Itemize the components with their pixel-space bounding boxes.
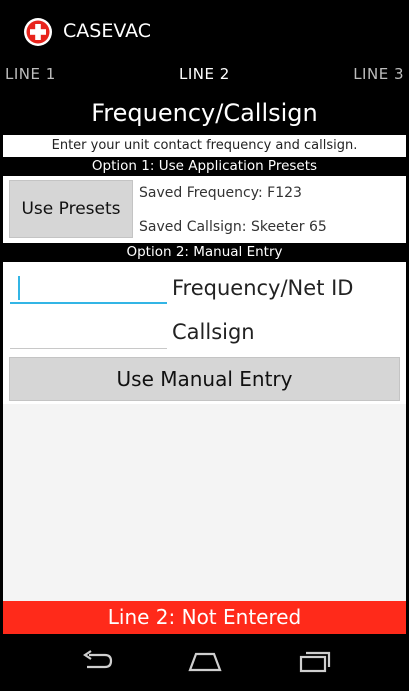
use-manual-entry-button[interactable]: Use Manual Entry xyxy=(9,357,400,401)
frequency-input[interactable] xyxy=(10,268,167,304)
line-tabs: LINE 1 LINE 2 LINE 3 xyxy=(3,59,406,91)
saved-frequency-text: Saved Frequency: F123 xyxy=(139,185,302,201)
action-bar: CASEVAC xyxy=(3,3,406,59)
frequency-label: Frequency/Net ID xyxy=(172,276,354,300)
red-cross-icon[interactable] xyxy=(23,17,53,47)
callsign-label: Callsign xyxy=(172,320,255,344)
recents-icon[interactable] xyxy=(295,646,335,676)
back-icon[interactable] xyxy=(77,646,117,676)
instructions-text: Enter your unit contact frequency and ca… xyxy=(51,138,358,153)
tab-line-3[interactable]: LINE 3 xyxy=(353,65,404,83)
use-presets-button[interactable]: Use Presets xyxy=(9,180,133,238)
page-title: Frequency/Callsign xyxy=(91,99,318,127)
option1-header: Option 1: Use Application Presets xyxy=(3,157,406,176)
home-icon[interactable] xyxy=(185,646,225,676)
callsign-input[interactable] xyxy=(10,313,167,349)
line-status-bar: Line 2: Not Entered xyxy=(3,601,406,634)
system-nav-bar xyxy=(3,634,406,688)
page-title-band: Frequency/Callsign xyxy=(3,91,406,135)
content-area xyxy=(3,404,406,601)
tab-line-1[interactable]: LINE 1 xyxy=(5,65,56,83)
text-cursor xyxy=(18,276,20,300)
saved-callsign-text: Saved Callsign: Skeeter 65 xyxy=(139,219,327,235)
app-title: CASEVAC xyxy=(63,20,152,42)
option2-header: Option 2: Manual Entry xyxy=(3,243,406,262)
tab-line-2[interactable]: LINE 2 xyxy=(179,65,230,83)
